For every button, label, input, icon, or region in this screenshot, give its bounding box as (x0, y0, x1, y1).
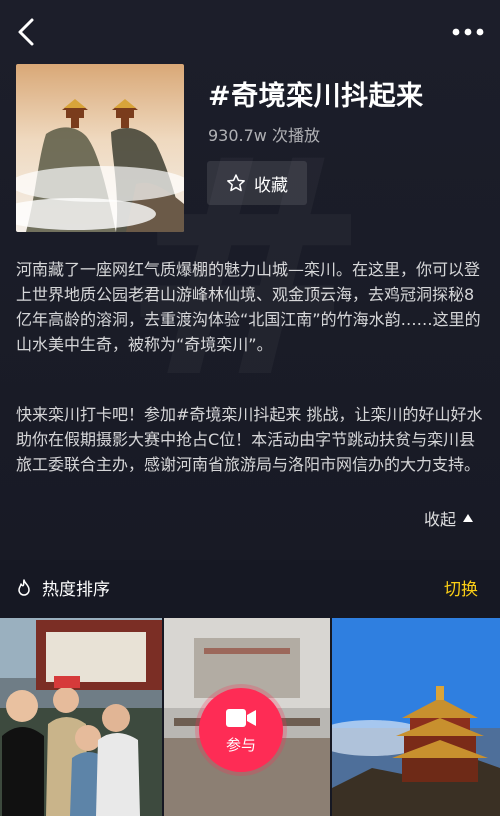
description-paragraph-2: 快来栾川打卡吧！参加#奇境栾川抖起来 挑战，让栾川的好山好水助你在假期摄影大赛中… (16, 405, 483, 474)
triangle-up-icon (463, 514, 473, 522)
collapse-label: 收起 (423, 510, 456, 529)
chevron-left-icon (18, 18, 34, 46)
video-camera-icon (226, 708, 256, 727)
join-button[interactable]: 参与 (199, 688, 283, 772)
description-paragraph-1: 河南藏了一座网红气质爆棚的魅力山城—栾川。在这里，你可以登上世界地质公园老君山游… (16, 260, 481, 354)
join-label: 参与 (225, 735, 256, 754)
favorite-button[interactable]: 收藏 (207, 161, 307, 205)
challenge-cover-image (16, 64, 184, 232)
flame-icon (18, 578, 30, 596)
play-count: 930.7w 次播放 (208, 126, 320, 145)
switch-sort-button[interactable]: 切换 (444, 575, 478, 600)
more-button[interactable] (448, 20, 488, 44)
top-bar (0, 0, 500, 64)
video-thumbnail[interactable] (0, 618, 162, 816)
favorite-label: 收藏 (254, 175, 288, 196)
sort-indicator: 热度排序 (16, 575, 110, 600)
challenge-title: #奇境栾川抖起来 (208, 81, 424, 112)
star-icon (227, 174, 245, 192)
sort-label: 热度排序 (42, 580, 110, 600)
collapse-button[interactable]: 收起 (424, 506, 474, 530)
video-thumbnail[interactable] (332, 618, 500, 816)
sort-bar: 热度排序 切换 (0, 560, 500, 616)
more-dots-icon (452, 28, 484, 36)
back-button[interactable] (12, 14, 42, 50)
